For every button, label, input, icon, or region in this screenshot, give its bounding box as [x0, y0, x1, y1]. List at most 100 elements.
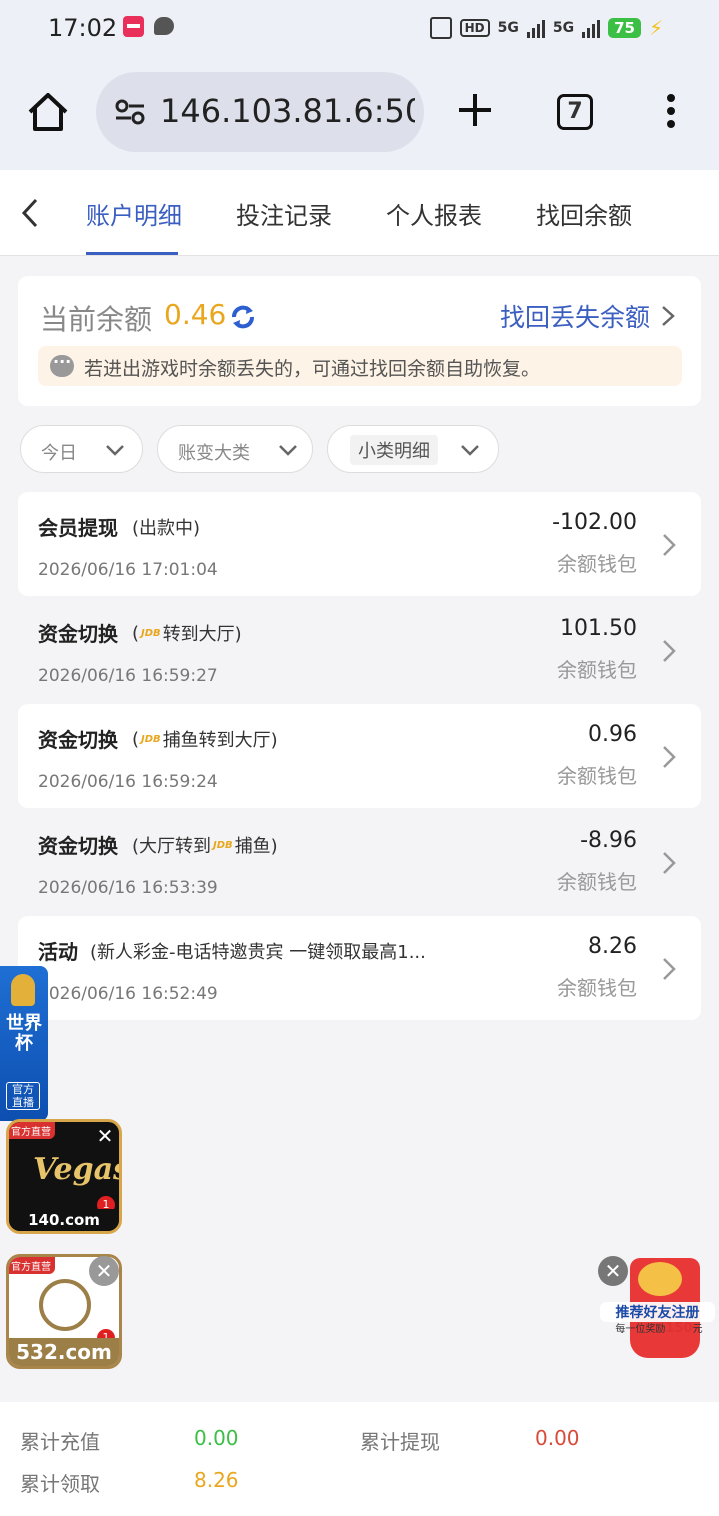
refresh-icon[interactable]	[228, 302, 258, 332]
transaction-amount: -8.96	[580, 828, 637, 853]
tab-personal-report[interactable]: 个人报表	[386, 196, 482, 231]
chevron-right-icon	[663, 534, 676, 556]
transaction-detail: (出款中)	[132, 518, 201, 539]
total-withdraw-label: 累计提现	[360, 1430, 440, 1454]
transaction-row[interactable]: 资金切换 (JDB 转到大厅) 2026/06/16 16:59:27 101.5…	[18, 598, 701, 702]
ad-ribbon: 官方直营	[9, 1257, 55, 1274]
total-withdraw-value: 0.00	[535, 1426, 580, 1450]
subcategory-filter-label: 小类明细	[350, 435, 438, 465]
transaction-amount: -102.00	[552, 510, 637, 535]
recover-lost-balance-link[interactable]: 找回丢失余额	[500, 298, 650, 334]
chevron-down-icon	[279, 445, 297, 456]
balance-notice: 若进出游戏时余额丢失的，可通过找回余额自助恢复。	[38, 346, 682, 386]
back-icon[interactable]	[18, 196, 42, 230]
charging-icon: ⚡	[648, 16, 663, 40]
tab-bet-records[interactable]: 投注记录	[236, 196, 332, 231]
chat-bubble-icon	[50, 352, 74, 377]
transaction-row[interactable]: 资金切换 (大厅转到 JDB 捕鱼) 2026/06/16 16:53:39 -8.…	[18, 810, 701, 914]
more-menu-icon[interactable]	[664, 94, 678, 134]
vegas-logo: Vegas	[33, 1152, 122, 1187]
close-icon[interactable]: ✕	[598, 1256, 628, 1286]
transaction-date: 2026/06/16 16:52:49	[38, 984, 218, 1004]
chevron-right-icon	[663, 640, 676, 662]
summary-footer: 累计充值 0.00 累计提现 0.00 累计领取 8.26	[0, 1402, 719, 1516]
chevron-right-icon	[663, 958, 676, 980]
category-filter-dropdown[interactable]: 账变大类	[157, 425, 313, 473]
transaction-row[interactable]: 会员提现 (出款中) 2026/06/16 17:01:04 -102.00 余…	[18, 492, 701, 596]
total-deposit-label: 累计充值	[20, 1430, 100, 1454]
home-icon[interactable]	[26, 90, 70, 134]
total-claimed-value: 8.26	[194, 1468, 239, 1492]
active-tab-indicator	[86, 252, 178, 255]
transaction-date: 2026/06/16 16:53:39	[38, 878, 218, 898]
worldcup-sub: 官方直播	[6, 1082, 40, 1110]
url-text[interactable]: 146.103.81.6:5001	[160, 92, 415, 130]
balance-value: 0.46	[164, 298, 227, 331]
hd-icon: HD	[459, 19, 490, 37]
chevron-right-icon	[663, 852, 676, 874]
new-tab-icon[interactable]	[455, 90, 495, 130]
jdb-logo-icon: JDB	[213, 839, 233, 851]
network-label-1: 5G	[497, 20, 519, 36]
transaction-wallet: 余额钱包	[557, 870, 637, 894]
worldcup-live-badge[interactable]: 世界杯 官方直播	[0, 966, 48, 1121]
url-bar[interactable]: 146.103.81.6:5001	[96, 72, 424, 152]
chevron-right-icon[interactable]	[660, 304, 676, 328]
subcategory-filter-dropdown[interactable]: 小类明细	[327, 425, 499, 473]
signal-icon	[526, 18, 545, 38]
chevron-right-icon	[663, 746, 676, 768]
site-settings-icon[interactable]	[114, 98, 146, 126]
category-filter-label: 账变大类	[178, 443, 250, 464]
transaction-amount: 0.96	[588, 722, 637, 747]
date-filter-label: 今日	[41, 443, 77, 464]
chevron-down-icon	[461, 445, 479, 456]
transaction-date: 2026/06/16 16:59:24	[38, 772, 218, 792]
transaction-title: 会员提现	[38, 516, 118, 540]
transaction-title: 资金切换	[38, 834, 118, 858]
browser-chrome: 17:02 HD 5G 5G 75 ⚡ 146.103.81.6:5001 7	[0, 0, 719, 170]
close-icon[interactable]: ✕	[89, 1256, 119, 1286]
balance-card: 当前余额 0.46 找回丢失余额 若进出游戏时余额丢失的，可通过找回余额自助恢复…	[18, 276, 701, 406]
chevron-down-icon	[106, 445, 124, 456]
transaction-detail: (大厅转到 JDB 捕鱼)	[132, 836, 278, 857]
vibrate-icon	[429, 17, 452, 39]
balance-label: 当前余额	[40, 303, 153, 336]
532-logo-icon	[39, 1279, 91, 1331]
tab-account-details[interactable]: 账户明细	[86, 196, 182, 231]
total-deposit-value: 0.00	[194, 1426, 239, 1450]
trophy-icon	[11, 974, 35, 1006]
coin-icon	[638, 1262, 682, 1296]
transaction-wallet: 余额钱包	[557, 552, 637, 576]
referral-subtitle: 每一位奖励150元	[615, 1321, 703, 1336]
app-notification-icon	[123, 16, 144, 37]
ad-domain: 140.com	[9, 1209, 119, 1231]
account-tabs: 账户明细 投注记录 个人报表 找回余额	[0, 170, 719, 256]
transaction-row[interactable]: 活动 (新人彩金-电话特邀贵宾 一键领取最高1... 2026/06/16 16…	[18, 916, 701, 1020]
transaction-title: 资金切换	[38, 622, 118, 646]
transaction-wallet: 余额钱包	[557, 658, 637, 682]
transaction-detail: (JDB 转到大厅)	[132, 622, 242, 646]
date-filter-dropdown[interactable]: 今日	[20, 425, 143, 473]
tab-recover-balance[interactable]: 找回余额	[536, 196, 632, 231]
worldcup-text: 世界杯	[6, 1013, 42, 1054]
notice-text: 若进出游戏时余额丢失的，可通过找回余额自助恢复。	[84, 358, 541, 380]
battery-icon: 75	[608, 18, 641, 38]
jdb-logo-icon: JDB	[141, 733, 161, 745]
transaction-detail: (JDB 捕鱼转到大厅)	[132, 728, 278, 752]
transaction-amount: 101.50	[560, 616, 637, 641]
signal-icon-2	[582, 18, 601, 38]
transaction-amount: 8.26	[588, 934, 637, 959]
transaction-title: 活动	[38, 940, 78, 964]
transaction-title: 资金切换	[38, 728, 118, 752]
status-time: 17:02	[48, 14, 118, 42]
transaction-date: 2026/06/16 16:59:27	[38, 666, 218, 686]
message-notification-icon	[154, 17, 174, 35]
ad-domain: 532.com	[9, 1338, 119, 1366]
network-label-2: 5G	[552, 20, 575, 36]
close-icon[interactable]: ✕	[90, 1121, 120, 1151]
transaction-wallet: 余额钱包	[557, 976, 637, 1000]
tab-switcher-button[interactable]: 7	[557, 94, 593, 130]
transaction-wallet: 余额钱包	[557, 764, 637, 788]
status-indicators: HD 5G 5G 75 ⚡	[429, 16, 663, 40]
transaction-row[interactable]: 资金切换 (JDB 捕鱼转到大厅) 2026/06/16 16:59:24 0.9…	[18, 704, 701, 808]
